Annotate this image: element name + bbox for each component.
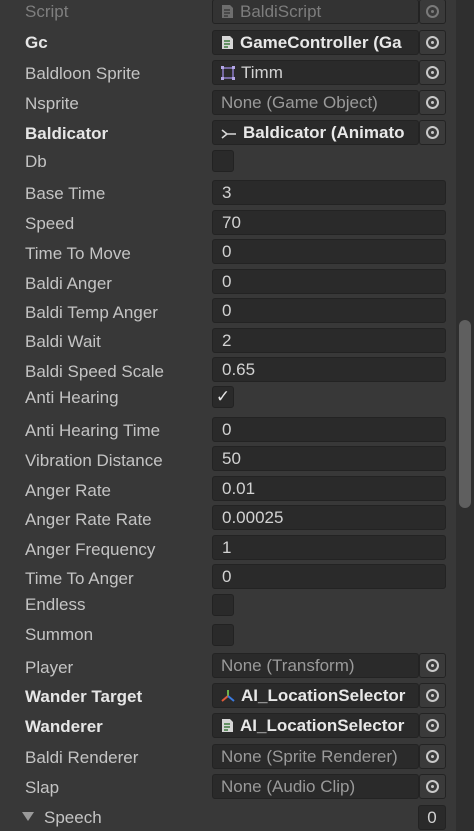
anger-frequency-label: Anger Frequency: [25, 540, 156, 559]
player-field[interactable]: None (Transform): [212, 653, 419, 678]
speech-foldout-label[interactable]: Speech: [44, 808, 102, 828]
nsprite-field[interactable]: None (Game Object): [212, 90, 419, 115]
gc-field[interactable]: GameController (Ga: [212, 30, 419, 55]
script-file-icon: [222, 36, 233, 49]
object-picker-icon: [426, 689, 439, 702]
object-picker-icon: [426, 719, 439, 732]
anger-frequency-input[interactable]: 1: [212, 535, 446, 560]
vertical-scrollbar[interactable]: [456, 0, 474, 831]
script-file-icon: [222, 5, 233, 18]
foldout-triangle-icon[interactable]: [22, 812, 34, 821]
script-file-icon: [222, 719, 233, 732]
baldi-temp-anger-input[interactable]: 0: [212, 298, 446, 323]
baldi-anger-input[interactable]: 0: [212, 269, 446, 294]
baldicator-picker-button[interactable]: [419, 120, 446, 145]
baldloon-sprite-value: Timm: [241, 63, 283, 82]
wanderer-value: AI_LocationSelector: [240, 716, 405, 735]
anger-rate-input[interactable]: 0.01: [212, 476, 446, 501]
speed-input[interactable]: 70: [212, 210, 446, 235]
base-time-input[interactable]: 3: [212, 180, 446, 205]
summon-label: Summon: [25, 625, 94, 644]
slap-field[interactable]: None (Audio Clip): [212, 774, 419, 799]
gc-value: GameController (Ga: [240, 33, 402, 52]
baldi-renderer-field[interactable]: None (Sprite Renderer): [212, 744, 419, 769]
object-picker-icon: [426, 659, 439, 672]
anti-hearing-label: Anti Hearing: [25, 388, 119, 407]
nsprite-value: None (Game Object): [221, 93, 378, 112]
base-time-label: Base Time: [25, 184, 106, 203]
object-picker-icon: [426, 36, 439, 49]
baldi-temp-anger-label: Baldi Temp Anger: [25, 303, 158, 322]
object-picker-icon: [426, 126, 439, 139]
endless-label: Endless: [25, 595, 86, 614]
script-field: BaldiScript: [212, 0, 419, 24]
speech-size-input[interactable]: 0: [418, 805, 446, 830]
summon-checkbox[interactable]: [212, 624, 234, 646]
player-value: None (Transform): [221, 656, 355, 675]
checkmark-icon: ✓: [215, 387, 231, 406]
wander-target-label: Wander Target: [25, 687, 143, 706]
anger-rate-rate-input[interactable]: 0.00025: [212, 505, 446, 530]
object-picker-icon: [426, 66, 439, 79]
baldi-renderer-label: Baldi Renderer: [25, 748, 139, 767]
anti-hearing-time-input[interactable]: 0: [212, 417, 446, 442]
anger-rate-label: Anger Rate: [25, 481, 111, 500]
animator-icon: [221, 129, 236, 139]
slap-value: None (Audio Clip): [221, 777, 356, 796]
endless-checkbox[interactable]: [212, 594, 234, 616]
nsprite-picker-button[interactable]: [419, 90, 446, 115]
script-value: BaldiScript: [240, 2, 322, 21]
anti-hearing-time-label: Anti Hearing Time: [25, 421, 161, 440]
slap-label: Slap: [25, 778, 60, 797]
wander-target-value: AI_LocationSelector: [241, 686, 406, 705]
object-picker-icon: [426, 780, 439, 793]
player-label: Player: [25, 658, 74, 677]
db-checkbox[interactable]: [212, 150, 234, 172]
vibration-distance-label: Vibration Distance: [25, 451, 163, 470]
baldicator-value: Baldicator (Animato: [243, 123, 405, 142]
baldi-renderer-value: None (Sprite Renderer): [221, 747, 398, 766]
db-label: Db: [25, 152, 47, 171]
gc-picker-button[interactable]: [419, 30, 446, 55]
gc-label: Gc: [25, 33, 48, 52]
object-picker-icon: [426, 750, 439, 763]
baldicator-field[interactable]: Baldicator (Animato: [212, 120, 419, 145]
speed-label: Speed: [25, 214, 75, 233]
baldi-speed-scale-label: Baldi Speed Scale: [25, 362, 164, 381]
baldloon-sprite-picker-button[interactable]: [419, 60, 446, 85]
wander-target-field[interactable]: AI_LocationSelector: [212, 683, 419, 708]
baldicator-label: Baldicator: [25, 124, 109, 143]
sprite-icon: [221, 66, 235, 80]
transform-icon: [221, 690, 235, 702]
baldi-wait-input[interactable]: 2: [212, 328, 446, 353]
time-to-anger-input[interactable]: 0: [212, 564, 446, 589]
time-to-move-input[interactable]: 0: [212, 239, 446, 264]
scrollbar-thumb[interactable]: [459, 320, 471, 508]
baldi-renderer-picker-button[interactable]: [419, 744, 446, 769]
baldloon-sprite-field[interactable]: Timm: [212, 60, 419, 85]
script-picker-button: [419, 0, 446, 24]
baldi-anger-label: Baldi Anger: [25, 274, 112, 293]
baldloon-sprite-label: Baldloon Sprite: [25, 64, 141, 83]
wanderer-label: Wanderer: [25, 717, 103, 736]
anger-rate-rate-label: Anger Rate Rate: [25, 510, 152, 529]
player-picker-button[interactable]: [419, 653, 446, 678]
anti-hearing-checkbox[interactable]: ✓: [212, 386, 234, 408]
wanderer-picker-button[interactable]: [419, 713, 446, 738]
slap-picker-button[interactable]: [419, 774, 446, 799]
time-to-anger-label: Time To Anger: [25, 569, 134, 588]
baldi-wait-label: Baldi Wait: [25, 332, 101, 351]
time-to-move-label: Time To Move: [25, 244, 131, 263]
nsprite-label: Nsprite: [25, 94, 79, 113]
object-picker-icon: [426, 96, 439, 109]
wanderer-field[interactable]: AI_LocationSelector: [212, 713, 419, 738]
vibration-distance-input[interactable]: 50: [212, 446, 446, 471]
wander-target-picker-button[interactable]: [419, 683, 446, 708]
object-picker-icon: [426, 5, 439, 18]
baldi-speed-scale-input[interactable]: 0.65: [212, 357, 446, 382]
script-label: Script: [25, 2, 69, 21]
